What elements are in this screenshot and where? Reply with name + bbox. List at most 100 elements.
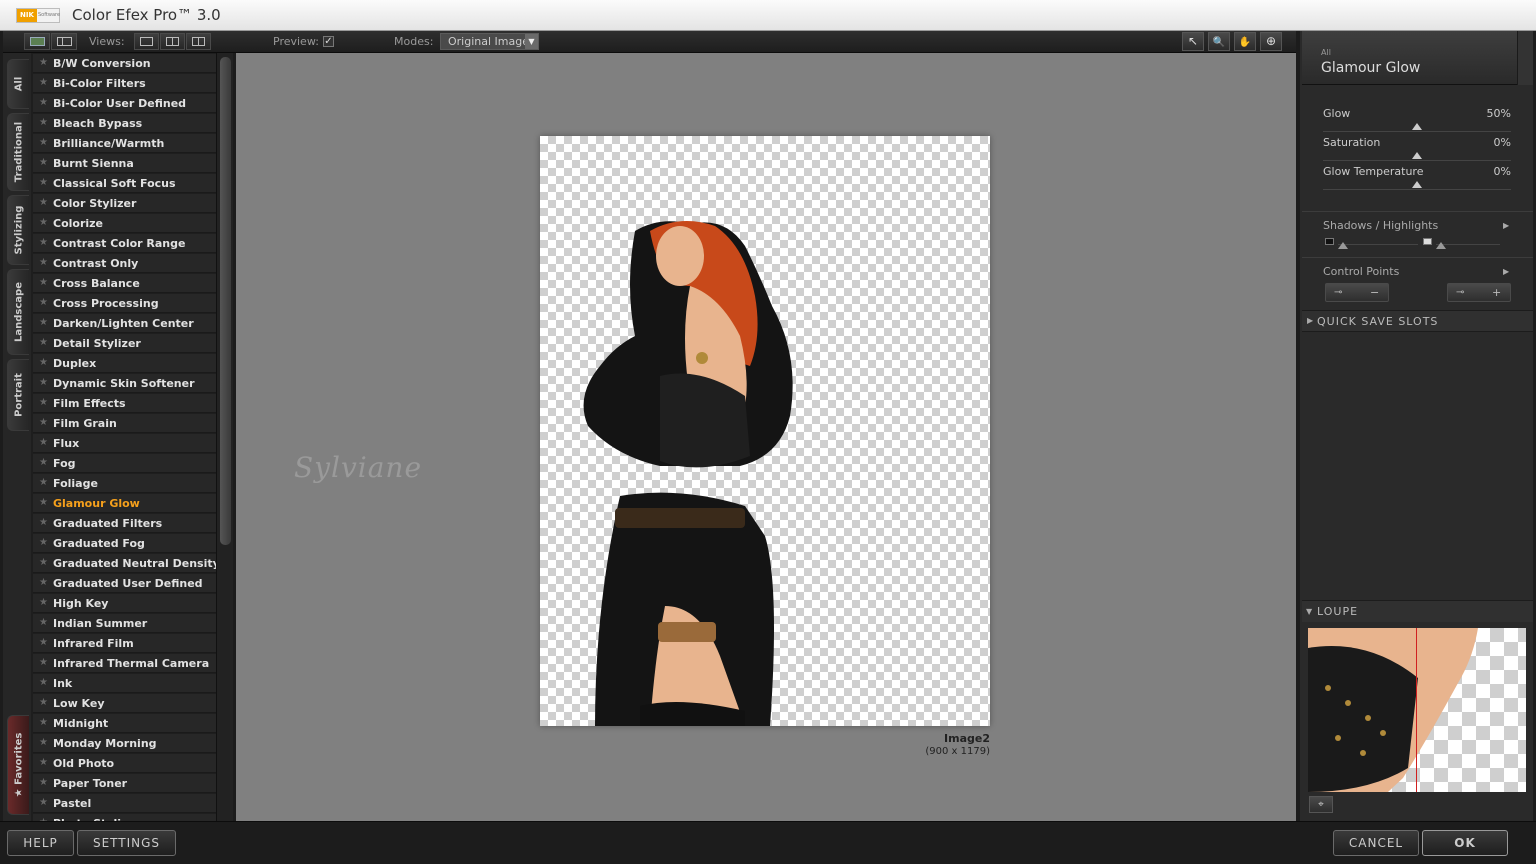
filter-item[interactable]: ★ Old Photo — [33, 754, 216, 773]
tab-traditional[interactable]: Traditional — [7, 113, 29, 191]
tab-landscape[interactable]: Landscape — [7, 269, 29, 355]
favorite-star-icon[interactable]: ★ — [39, 157, 48, 168]
favorite-star-icon[interactable]: ★ — [39, 77, 48, 88]
filter-item[interactable]: ★ Bleach Bypass — [33, 114, 216, 133]
favorite-star-icon[interactable]: ★ — [39, 797, 48, 808]
saturation-slider-handle[interactable] — [1412, 152, 1422, 159]
filter-item[interactable]: ★ Burnt Sienna — [33, 154, 216, 173]
favorite-star-icon[interactable]: ★ — [39, 617, 48, 628]
tab-stylizing[interactable]: Stylizing — [7, 195, 29, 265]
cancel-button[interactable]: CANCEL — [1333, 830, 1419, 856]
favorite-star-icon[interactable]: ★ — [39, 537, 48, 548]
glow-slider-track[interactable] — [1323, 131, 1511, 132]
quick-save-slots-header[interactable]: QUICK SAVE SLOTS ▶ — [1302, 310, 1533, 332]
favorite-star-icon[interactable]: ★ — [39, 277, 48, 288]
filter-item[interactable]: ★ Dynamic Skin Softener — [33, 374, 216, 393]
list-view-button[interactable] — [51, 33, 77, 50]
ok-button[interactable]: OK — [1422, 830, 1508, 856]
favorite-star-icon[interactable]: ★ — [39, 497, 48, 508]
filter-item[interactable]: ★ Contrast Color Range — [33, 234, 216, 253]
filter-item[interactable]: ★ Graduated Neutral Density — [33, 554, 216, 573]
filter-item[interactable]: ★ Low Key — [33, 694, 216, 713]
glow-slider-handle[interactable] — [1412, 123, 1422, 130]
shadows-slider-handle[interactable] — [1338, 242, 1348, 249]
glow-temperature-slider-track[interactable] — [1323, 189, 1511, 190]
filter-item[interactable]: ★ Indian Summer — [33, 614, 216, 633]
split-view-button[interactable] — [160, 33, 185, 50]
browser-view-button[interactable] — [24, 33, 50, 50]
favorite-star-icon[interactable]: ★ — [39, 577, 48, 588]
filter-item[interactable]: ★ Ink — [33, 674, 216, 693]
filter-item[interactable]: ★ Graduated User Defined — [33, 574, 216, 593]
favorite-star-icon[interactable]: ★ — [39, 317, 48, 328]
filter-item[interactable]: ★ Color Stylizer — [33, 194, 216, 213]
favorite-star-icon[interactable]: ★ — [39, 197, 48, 208]
favorite-star-icon[interactable]: ★ — [39, 737, 48, 748]
side-by-side-view-button[interactable] — [186, 33, 211, 50]
favorite-star-icon[interactable]: ★ — [39, 597, 48, 608]
help-button[interactable]: HELP — [7, 830, 74, 856]
single-view-button[interactable] — [134, 33, 159, 50]
filter-item[interactable]: ★ Monday Morning — [33, 734, 216, 753]
filter-item[interactable]: ★ Flux — [33, 434, 216, 453]
favorite-star-icon[interactable]: ★ — [39, 637, 48, 648]
favorite-star-icon[interactable]: ★ — [39, 117, 48, 128]
preview-image[interactable] — [540, 136, 990, 726]
filter-header-scrollbar[interactable] — [1517, 31, 1533, 85]
favorite-star-icon[interactable]: ★ — [39, 457, 48, 468]
preview-checkbox[interactable]: ✓ — [323, 36, 334, 47]
tab-favorites[interactable]: ★ Favorites — [7, 715, 29, 815]
preview-canvas[interactable]: Sylviane Image2 (900 x 1179) — [236, 53, 1296, 821]
loupe-view[interactable] — [1308, 628, 1526, 792]
filter-item[interactable]: ★ Midnight — [33, 714, 216, 733]
filter-item[interactable]: ★ Infrared Thermal Camera — [33, 654, 216, 673]
filter-item[interactable]: ★ Paper Toner — [33, 774, 216, 793]
favorite-star-icon[interactable]: ★ — [39, 397, 48, 408]
filter-item[interactable]: ★ Graduated Filters — [33, 514, 216, 533]
favorite-star-icon[interactable]: ★ — [39, 217, 48, 228]
filter-item[interactable]: ★ Graduated Fog — [33, 534, 216, 553]
filter-item[interactable]: ★ Foliage — [33, 474, 216, 493]
modes-select[interactable]: Original Image ▼ — [440, 33, 539, 50]
filter-item[interactable]: ★ Brilliance/Warmth — [33, 134, 216, 153]
filter-item[interactable]: ★ B/W Conversion — [33, 54, 216, 73]
glow-temperature-slider-handle[interactable] — [1412, 181, 1422, 188]
remove-control-point-button[interactable]: − ⊸ — [1325, 283, 1389, 302]
favorite-star-icon[interactable]: ★ — [39, 657, 48, 668]
favorite-star-icon[interactable]: ★ — [39, 777, 48, 788]
favorite-star-icon[interactable]: ★ — [39, 357, 48, 368]
favorite-star-icon[interactable]: ★ — [39, 697, 48, 708]
filter-item[interactable]: ★ Film Grain — [33, 414, 216, 433]
filter-item[interactable]: ★ High Key — [33, 594, 216, 613]
scrollbar-thumb[interactable] — [220, 57, 231, 545]
favorite-star-icon[interactable]: ★ — [39, 517, 48, 528]
favorite-star-icon[interactable]: ★ — [39, 417, 48, 428]
pointer-tool-button[interactable]: ↖ — [1182, 32, 1204, 51]
favorite-star-icon[interactable]: ★ — [39, 337, 48, 348]
favorite-star-icon[interactable]: ★ — [39, 377, 48, 388]
favorite-star-icon[interactable]: ★ — [39, 437, 48, 448]
filter-item[interactable]: ★ Bi-Color User Defined — [33, 94, 216, 113]
expand-arrow-icon[interactable]: ▶ — [1503, 221, 1509, 230]
filter-item[interactable]: ★ Glamour Glow — [33, 494, 216, 513]
expand-arrow-icon[interactable]: ▶ — [1503, 267, 1509, 276]
control-point-tool-button[interactable]: ⊕ — [1260, 32, 1282, 51]
hand-tool-button[interactable]: ✋ — [1234, 32, 1256, 51]
favorite-star-icon[interactable]: ★ — [39, 677, 48, 688]
filter-item[interactable]: ★ Cross Balance — [33, 274, 216, 293]
filter-item[interactable]: ★ Cross Processing — [33, 294, 216, 313]
favorite-star-icon[interactable]: ★ — [39, 477, 48, 488]
filter-item[interactable]: ★ Fog — [33, 454, 216, 473]
favorite-star-icon[interactable]: ★ — [39, 137, 48, 148]
filter-item[interactable]: ★ Contrast Only — [33, 254, 216, 273]
favorite-star-icon[interactable]: ★ — [39, 57, 48, 68]
filter-item[interactable]: ★ Darken/Lighten Center — [33, 314, 216, 333]
filter-item[interactable]: ★ Infrared Film — [33, 634, 216, 653]
saturation-slider-track[interactable] — [1323, 160, 1511, 161]
filter-item[interactable]: ★ Classical Soft Focus — [33, 174, 216, 193]
add-control-point-button[interactable]: + ⊸ — [1447, 283, 1511, 302]
favorite-star-icon[interactable]: ★ — [39, 97, 48, 108]
filter-item[interactable]: ★Photo Stylizer — [33, 814, 216, 821]
filter-item[interactable]: ★ Detail Stylizer — [33, 334, 216, 353]
favorite-star-icon[interactable]: ★ — [39, 717, 48, 728]
